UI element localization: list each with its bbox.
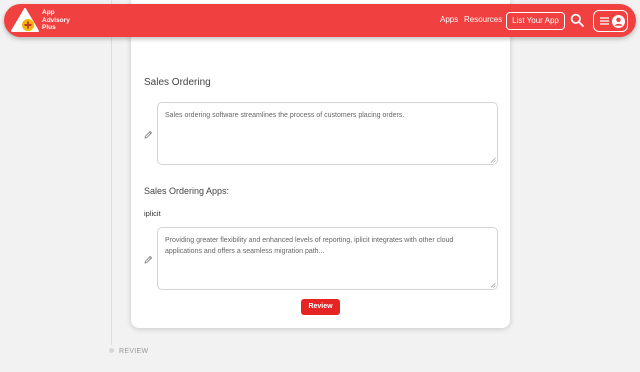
search-icon[interactable] — [570, 13, 584, 27]
brand-line-1: App — [42, 9, 55, 16]
timeline-step-review: REVIEW — [119, 348, 149, 355]
nav-resources-link[interactable]: Resources — [464, 15, 502, 24]
brand-line-2: Advisory — [42, 16, 70, 24]
top-navbar: App Advisory Plus Apps Resources List Yo… — [4, 4, 636, 37]
apps-section-title: Sales Ordering Apps: — [144, 186, 230, 196]
resize-grip-icon[interactable] — [490, 282, 496, 288]
nav-apps-link[interactable]: Apps — [440, 15, 458, 24]
app-description-text: Providing greater flexibility and enhanc… — [165, 237, 454, 255]
brand-name[interactable]: App Advisory Plus — [42, 9, 70, 32]
brand-line-3: Plus — [42, 24, 56, 31]
user-circle-icon — [612, 14, 625, 28]
category-description-text: Sales ordering software streamlines the … — [165, 112, 405, 119]
app-advisory-logo[interactable] — [11, 8, 39, 33]
section-title: Sales Ordering — [144, 77, 211, 88]
timeline-dot — [108, 348, 114, 353]
review-button[interactable]: Review — [301, 299, 340, 315]
pencil-icon[interactable] — [143, 130, 153, 140]
pencil-icon[interactable] — [143, 255, 153, 265]
timeline-line — [111, 0, 112, 345]
resize-grip-icon[interactable] — [490, 157, 496, 163]
hamburger-icon — [600, 17, 609, 25]
category-description-textarea[interactable]: Sales ordering software streamlines the … — [157, 102, 498, 165]
app-name: iplicit — [144, 209, 161, 218]
app-description-textarea[interactable]: Providing greater flexibility and enhanc… — [157, 227, 498, 290]
account-menu-button[interactable] — [593, 10, 628, 32]
sales-ordering-card: Sales Ordering Sales ordering software s… — [131, 0, 510, 328]
list-your-app-button[interactable]: List Your App — [506, 12, 565, 30]
